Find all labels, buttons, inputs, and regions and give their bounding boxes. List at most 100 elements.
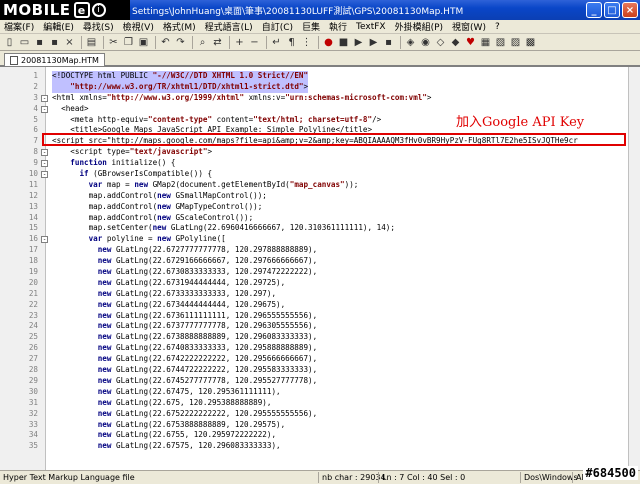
code-line[interactable]: 15 map.setCenter(new GLatLng(22.69604166… bbox=[0, 223, 640, 234]
vertical-scrollbar[interactable] bbox=[628, 67, 640, 470]
code-line[interactable]: 18 new GLatLng(22.6729166666667, 120.297… bbox=[0, 256, 640, 267]
menu-textfx[interactable]: TextFX bbox=[356, 22, 386, 32]
minimize-button[interactable]: _ bbox=[586, 2, 602, 18]
line-text[interactable]: new GLatLng(22.67575, 120.296083333333), bbox=[52, 441, 281, 452]
new-file-icon[interactable]: ▯ bbox=[3, 36, 16, 49]
fold-toggle-icon[interactable]: - bbox=[41, 105, 48, 113]
code-line[interactable]: 31 new GLatLng(22.675, 120.295388888889)… bbox=[0, 398, 640, 409]
zoom-out-icon[interactable]: − bbox=[248, 36, 261, 49]
line-text[interactable]: new GLatLng(22.6753888888889, 120.29575)… bbox=[52, 420, 285, 431]
code-line[interactable]: 23 new GLatLng(22.6736111111111, 120.296… bbox=[0, 311, 640, 322]
undo-icon[interactable]: ↶ bbox=[159, 36, 172, 49]
line-text[interactable]: new GLatLng(22.6740833333333, 120.295888… bbox=[52, 343, 317, 354]
code-line[interactable]: 34 new GLatLng(22.6755, 120.295972222222… bbox=[0, 430, 640, 441]
code-line[interactable]: 25 new GLatLng(22.6738888888889, 120.296… bbox=[0, 332, 640, 343]
fold-toggle-icon[interactable]: - bbox=[41, 171, 48, 179]
replace-icon[interactable]: ⇄ bbox=[211, 36, 224, 49]
copy-icon[interactable]: ❐ bbox=[122, 36, 135, 49]
plugin-icon-3[interactable]: ◇ bbox=[434, 36, 447, 49]
line-text[interactable]: if (GBrowserIsCompatible()) { bbox=[52, 169, 212, 180]
line-text[interactable]: new GLatLng(22.6745277777778, 120.295527… bbox=[52, 376, 317, 387]
fold-toggle-icon[interactable]: - bbox=[41, 236, 48, 244]
code-line[interactable]: 28 new GLatLng(22.6744722222222, 120.295… bbox=[0, 365, 640, 376]
code-line[interactable]: 14 map.addControl(new GScaleControl()); bbox=[0, 213, 640, 224]
save-macro-icon[interactable]: ▪ bbox=[382, 36, 395, 49]
code-line[interactable]: 30 new GLatLng(22.67475, 120.29536111111… bbox=[0, 387, 640, 398]
line-text[interactable]: new GLatLng(22.6744722222222, 120.295583… bbox=[52, 365, 317, 376]
code-line[interactable]: 21 new GLatLng(22.6733333333333, 120.297… bbox=[0, 289, 640, 300]
menu-file[interactable]: 檔案(F) bbox=[4, 20, 34, 33]
wrap-icon[interactable]: ↵ bbox=[270, 36, 283, 49]
menu-run[interactable]: 執行 bbox=[329, 20, 347, 33]
code-line[interactable]: 35 new GLatLng(22.67575, 120.29608333333… bbox=[0, 441, 640, 452]
all-chars-icon[interactable]: ¶ bbox=[285, 36, 298, 49]
line-text[interactable]: map.addControl(new GSmallMapControl()); bbox=[52, 191, 267, 202]
code-line[interactable]: 24 new GLatLng(22.6737777777778, 120.296… bbox=[0, 321, 640, 332]
print-icon[interactable]: ▤ bbox=[85, 36, 98, 49]
code-line[interactable]: 22 new GLatLng(22.6734444444444, 120.296… bbox=[0, 300, 640, 311]
line-text[interactable]: map.setCenter(new GLatLng(22.69604166666… bbox=[52, 223, 395, 234]
line-text[interactable]: new GLatLng(22.6733333333333, 120.297), bbox=[52, 289, 276, 300]
menu-macro[interactable]: 巨集 bbox=[302, 20, 320, 33]
line-text[interactable]: new GLatLng(22.6738888888889, 120.296083… bbox=[52, 332, 317, 343]
save-icon[interactable]: ▪ bbox=[33, 36, 46, 49]
maximize-button[interactable]: □ bbox=[604, 2, 620, 18]
tab-20081130map[interactable]: 20081130Map.HTM bbox=[4, 53, 105, 66]
line-text[interactable]: new GLatLng(22.6729166666667, 120.297666… bbox=[52, 256, 317, 267]
plugin-icon-2[interactable]: ◉ bbox=[419, 36, 432, 49]
menu-window[interactable]: 視窗(W) bbox=[452, 20, 486, 33]
code-editor[interactable]: 1 <!DOCTYPE html PUBLIC "-//W3C//DTD XHTM… bbox=[0, 66, 640, 470]
line-text[interactable]: var map = new GMap2(document.getElementB… bbox=[52, 180, 359, 191]
code-line[interactable]: 29 new GLatLng(22.6745277777778, 120.295… bbox=[0, 376, 640, 387]
menu-format[interactable]: 格式(M) bbox=[163, 20, 196, 33]
line-text[interactable]: <html xmlns="http://www.w3.org/1999/xhtm… bbox=[52, 93, 432, 104]
plugin-icon-5[interactable]: ♥ bbox=[464, 36, 477, 49]
code-line[interactable]: 11 var map = new GMap2(document.getEleme… bbox=[0, 180, 640, 191]
line-text[interactable]: function initialize() { bbox=[52, 158, 175, 169]
line-text[interactable]: <script type="text/javascript"> bbox=[52, 147, 212, 158]
close-file-icon[interactable]: × bbox=[63, 36, 76, 49]
code-line[interactable]: 27 new GLatLng(22.6742222222222, 120.295… bbox=[0, 354, 640, 365]
line-text[interactable]: new GLatLng(22.67475, 120.295361111111), bbox=[52, 387, 281, 398]
cut-icon[interactable]: ✂ bbox=[107, 36, 120, 49]
stop-macro-icon[interactable]: ■ bbox=[337, 36, 350, 49]
line-text[interactable]: new GLatLng(22.6752222222222, 120.295555… bbox=[52, 409, 317, 420]
line-text[interactable]: new GLatLng(22.675, 120.295388888889), bbox=[52, 398, 272, 409]
code-line[interactable]: 16- var polyline = new GPolyline([ bbox=[0, 234, 640, 245]
line-text[interactable]: new GLatLng(22.6731944444444, 120.29725)… bbox=[52, 278, 285, 289]
fold-toggle-icon[interactable]: - bbox=[41, 149, 48, 157]
menu-plugins[interactable]: 外掛模組(P) bbox=[395, 20, 443, 33]
indent-guide-icon[interactable]: ⋮ bbox=[300, 36, 313, 49]
code-line[interactable]: 2 "http://www.w3.org/TR/xhtml1/DTD/xhtml… bbox=[0, 81, 640, 93]
code-line[interactable]: 20 new GLatLng(22.6731944444444, 120.297… bbox=[0, 278, 640, 289]
close-button[interactable]: × bbox=[622, 2, 638, 18]
code-line[interactable]: 32 new GLatLng(22.6752222222222, 120.295… bbox=[0, 409, 640, 420]
plugin-icon-1[interactable]: ◈ bbox=[404, 36, 417, 49]
save-all-icon[interactable]: ▪ bbox=[48, 36, 61, 49]
line-text[interactable]: new GLatLng(22.6734444444444, 120.29675)… bbox=[52, 300, 285, 311]
menu-language[interactable]: 程式語言(L) bbox=[205, 20, 253, 33]
code-line[interactable]: 17 new GLatLng(22.6727777777778, 120.297… bbox=[0, 245, 640, 256]
line-text[interactable]: new GLatLng(22.6736111111111, 120.296555… bbox=[52, 311, 317, 322]
fold-toggle-icon[interactable]: - bbox=[41, 160, 48, 168]
code-line[interactable]: 3- <html xmlns="http://www.w3.org/1999/xh… bbox=[0, 93, 640, 104]
line-text[interactable]: <meta http-equiv="content-type" content=… bbox=[52, 115, 381, 126]
menu-settings[interactable]: 自訂(C) bbox=[262, 20, 293, 33]
line-text[interactable]: "http://www.w3.org/TR/xhtml1/DTD/xhtml1-… bbox=[52, 81, 309, 93]
code-line[interactable]: 9- function initialize() { bbox=[0, 158, 640, 169]
code-line[interactable]: 1 <!DOCTYPE html PUBLIC "-//W3C//DTD XHTM… bbox=[0, 71, 640, 82]
line-text[interactable]: <!DOCTYPE html PUBLIC "-//W3C//DTD XHTML… bbox=[52, 71, 309, 82]
plugin-icon-6[interactable]: ▦ bbox=[479, 36, 492, 49]
code-line[interactable]: 8- <script type="text/javascript"> bbox=[0, 147, 640, 158]
plugin-icon-7[interactable]: ▧ bbox=[494, 36, 507, 49]
code-line[interactable]: 13 map.addControl(new GMapTypeControl())… bbox=[0, 202, 640, 213]
plugin-icon-4[interactable]: ◆ bbox=[449, 36, 462, 49]
line-text[interactable]: new GLatLng(22.6737777777778, 120.296305… bbox=[52, 321, 317, 332]
menu-view[interactable]: 檢視(V) bbox=[123, 20, 154, 33]
fold-toggle-icon[interactable]: - bbox=[41, 94, 48, 102]
line-text[interactable]: new GLatLng(22.6730833333333, 120.297472… bbox=[52, 267, 317, 278]
open-file-icon[interactable]: ▭ bbox=[18, 36, 31, 49]
line-text[interactable]: var polyline = new GPolyline([ bbox=[52, 234, 226, 245]
code-line[interactable]: 19 new GLatLng(22.6730833333333, 120.297… bbox=[0, 267, 640, 278]
code-line[interactable]: 10- if (GBrowserIsCompatible()) { bbox=[0, 169, 640, 180]
